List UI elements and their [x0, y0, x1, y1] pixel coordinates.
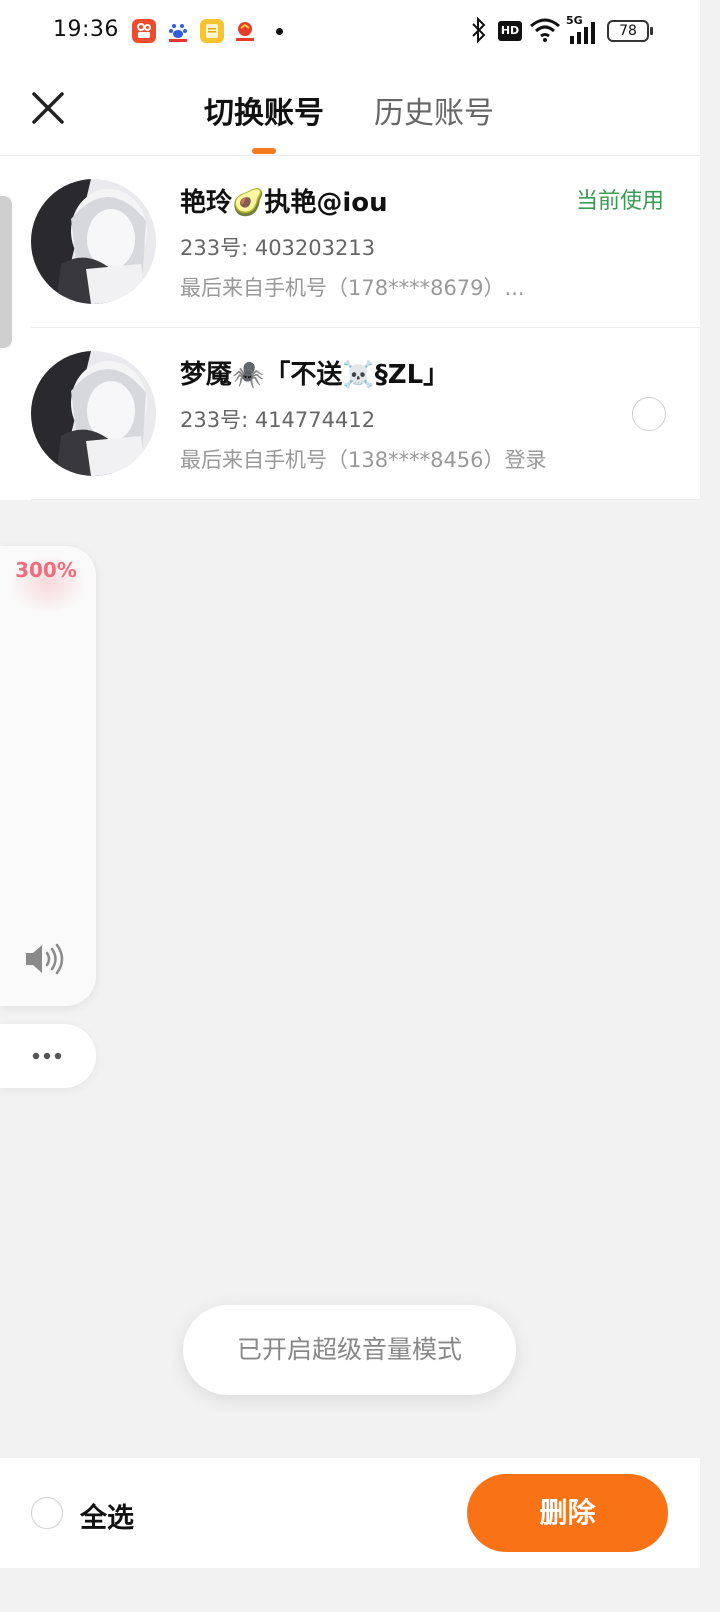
account-last-login: 最后来自手机号（138****8456）登录 — [180, 448, 547, 472]
more-button[interactable] — [0, 1024, 96, 1088]
wifi-icon — [529, 16, 561, 48]
kuaishou-app-icon — [132, 19, 156, 43]
avatar — [31, 351, 156, 476]
speaker-icon[interactable] — [24, 942, 70, 976]
account-name: 艳玲🥑执艳@iou — [180, 188, 388, 218]
account-id: 233号: 403203213 — [180, 236, 376, 260]
status-time: 19:36 — [53, 17, 119, 42]
account-last-login: 最后来自手机号（178****8679）... — [180, 276, 525, 300]
battery-icon: 78 — [607, 20, 649, 42]
notes-app-icon — [200, 19, 224, 43]
row-divider — [31, 499, 700, 500]
close-icon — [32, 92, 64, 124]
volume-level: 300% — [15, 558, 77, 582]
close-button[interactable] — [28, 88, 68, 128]
battery-tip — [650, 27, 653, 35]
volume-panel[interactable]: 300% — [0, 546, 96, 1006]
tab-indicator — [252, 148, 276, 154]
more-dots-icon — [32, 1052, 62, 1060]
delete-button[interactable]: 删除 — [467, 1474, 668, 1552]
baidu-app-icon — [166, 19, 190, 43]
bottom-action-bar: 全选 删除 — [0, 1458, 700, 1568]
signal-icon — [568, 22, 600, 48]
account-row[interactable]: 艳玲🥑执艳@iou 233号: 403203213 最后来自手机号（178***… — [0, 156, 700, 328]
account-id: 233号: 414774412 — [180, 408, 376, 432]
tab-switch-account[interactable]: 切换账号 — [204, 88, 324, 132]
select-all-label[interactable]: 全选 — [80, 1496, 134, 1535]
red-app-icon — [233, 19, 257, 43]
hd-icon: HD — [498, 21, 522, 41]
account-name: 梦魇🕷️「不送☠️§ZL」 — [180, 360, 450, 390]
bluetooth-icon — [470, 16, 488, 48]
account-row[interactable]: 梦魇🕷️「不送☠️§ZL」 233号: 414774412 最后来自手机号（13… — [0, 328, 700, 500]
account-select-radio[interactable] — [632, 397, 666, 431]
notification-dot-icon — [276, 28, 283, 35]
avatar — [31, 179, 156, 304]
toast-message: 已开启超级音量模式 — [183, 1305, 516, 1395]
tab-history-account[interactable]: 历史账号 — [374, 88, 494, 132]
current-use-badge: 当前使用 — [576, 189, 665, 214]
select-all-radio[interactable] — [31, 1497, 63, 1529]
